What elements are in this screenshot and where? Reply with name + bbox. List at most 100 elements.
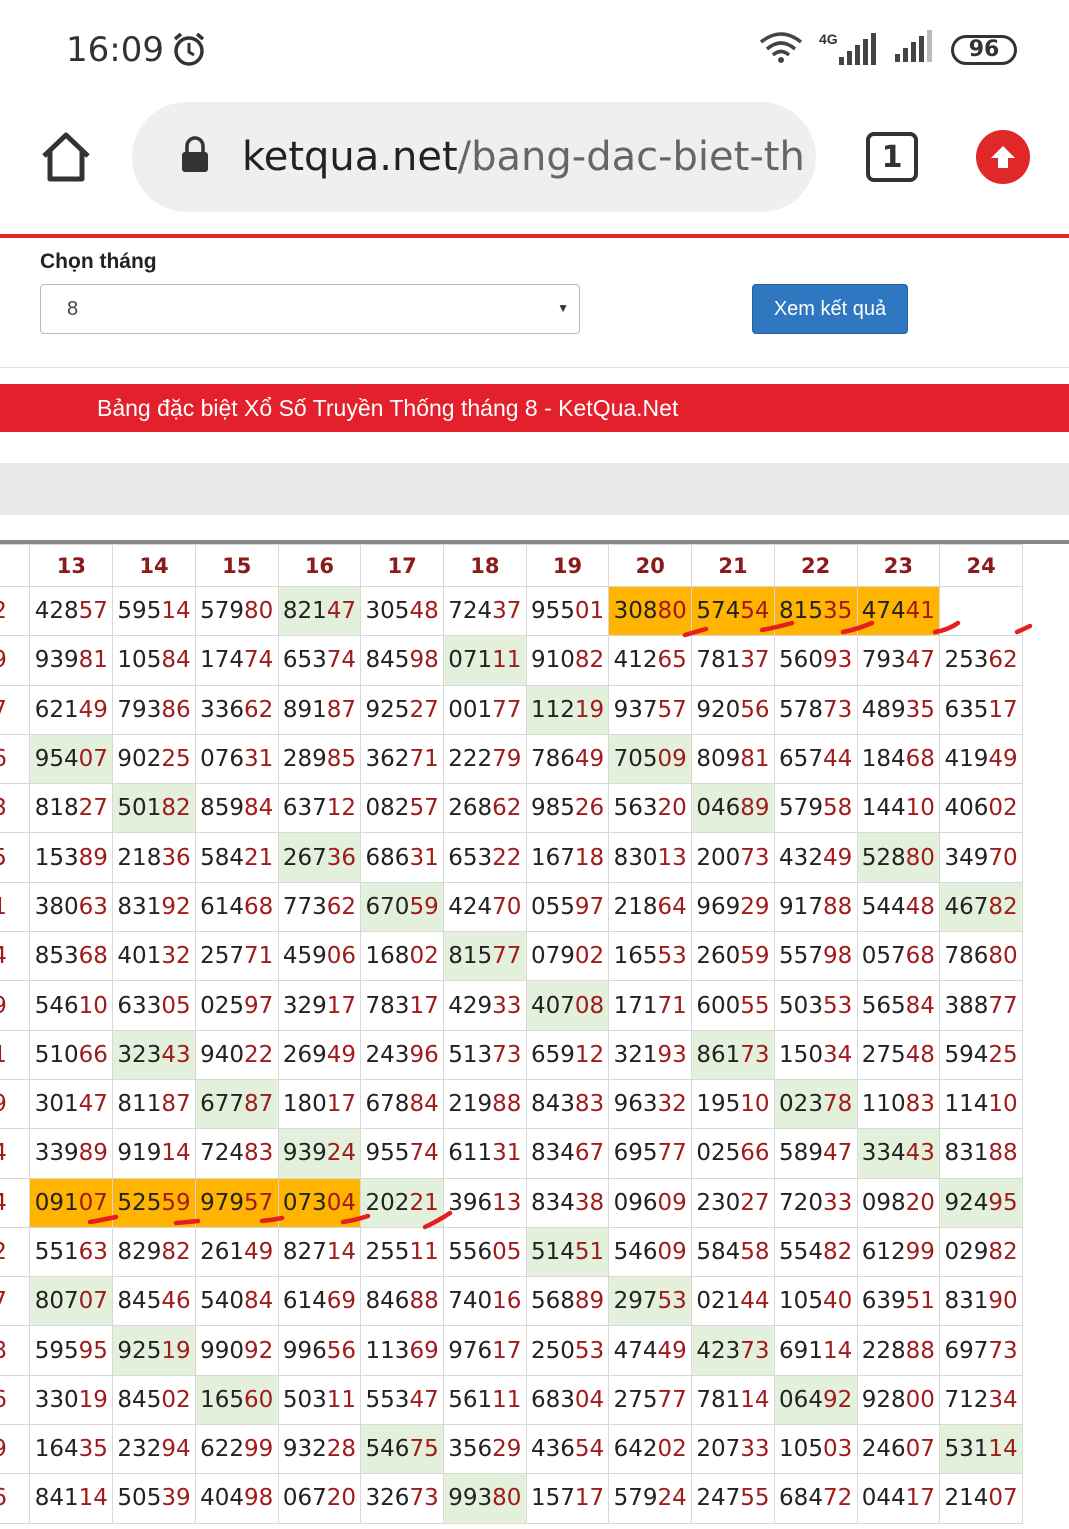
result-tail: 59	[740, 943, 770, 970]
result-head: 401	[117, 943, 162, 970]
tab-switcher-button[interactable]: 1	[866, 132, 918, 182]
result-tail: 83	[244, 1140, 274, 1167]
result-head: 861	[696, 1041, 741, 1068]
result-cell: 84598	[360, 635, 444, 686]
result-cell: 11410	[939, 1078, 1023, 1130]
result-tail: 63	[78, 1239, 108, 1265]
result-head: 114	[944, 1091, 989, 1118]
result-cell: 82147	[277, 585, 362, 637]
result-tail: 13	[657, 844, 687, 871]
result-tail: 80	[657, 598, 687, 625]
result-cell: 61468	[194, 881, 279, 933]
result-tail: 35	[905, 696, 935, 723]
result-cell: 61299	[856, 1226, 941, 1278]
address-bar[interactable]: ketqua.net/bang-dac-biet-th	[132, 102, 816, 212]
result-tail: 74	[244, 647, 274, 674]
day-header: 18	[442, 544, 527, 587]
result-tail: 97	[244, 992, 274, 1019]
result-head: 110	[861, 1091, 906, 1118]
result-tail: 77	[492, 943, 522, 970]
result-cell: 80707	[29, 1276, 114, 1327]
result-tail: 07	[905, 1436, 935, 1463]
result-tail: 83	[574, 1091, 605, 1118]
day-header: 21	[691, 544, 775, 587]
result-cell: 26736	[277, 832, 362, 883]
result-tail: 52	[0, 1239, 7, 1265]
result-tail: 63	[0, 795, 7, 821]
result-head: 568	[530, 1288, 575, 1315]
result-cell: 42470	[442, 881, 527, 933]
result-head: 809	[696, 746, 741, 773]
result-cell: 50311	[277, 1374, 362, 1426]
result-tail: 39	[161, 1485, 191, 1512]
result-head: 939	[282, 1140, 327, 1167]
result-head: 657	[779, 746, 823, 773]
result-head: 637	[282, 795, 327, 822]
result-cell: 95501	[525, 585, 610, 637]
result-cell: 16435	[29, 1424, 114, 1475]
result-tail: 99	[905, 1239, 935, 1265]
upload-arrow-icon[interactable]	[976, 130, 1030, 184]
result-tail: 11	[492, 647, 522, 674]
result-cell: 84114	[29, 1473, 114, 1524]
result-head: 589	[779, 1140, 823, 1167]
result-head: 705	[613, 746, 658, 773]
result-tail: 34	[988, 1386, 1018, 1413]
result-tail: 31	[409, 844, 439, 871]
result-tail: 14	[0, 1140, 7, 1166]
result-cell: 56584	[856, 980, 941, 1031]
result-tail: 70	[988, 844, 1018, 871]
result-tail: 87	[244, 1091, 274, 1118]
result-tail: 87	[161, 1091, 191, 1118]
result-head: 924	[944, 1189, 989, 1216]
result-cell: 20733	[691, 1424, 775, 1475]
result-cell: 33989	[29, 1128, 114, 1179]
result-cell: 33662	[194, 684, 279, 735]
result-cell: 36271	[360, 733, 444, 785]
result-cell: 91082	[525, 635, 610, 686]
url-text: ketqua.net/bang-dac-biet-th	[242, 134, 805, 180]
result-tail: 80	[988, 943, 1018, 970]
result-cell: 59595	[29, 1325, 114, 1376]
result-cell: 55605	[442, 1226, 527, 1278]
result-cell: 80981	[691, 733, 775, 785]
result-tail: 73	[988, 1337, 1018, 1364]
result-tail: 54	[574, 1436, 605, 1463]
home-icon[interactable]	[38, 130, 94, 189]
result-cell: 57980	[194, 585, 279, 637]
result-head: 432	[779, 844, 823, 871]
result-cell: 55347	[360, 1374, 444, 1426]
result-head: 815	[779, 598, 823, 625]
result-tail: 95	[78, 1337, 108, 1364]
month-select[interactable]: 8 ▼	[40, 284, 580, 334]
table-row: 7409107525599795707304202213961383438096…	[0, 1177, 1023, 1228]
result-head: 574	[696, 598, 741, 625]
result-tail: 14	[740, 1386, 770, 1413]
result-tail: 47	[905, 647, 935, 674]
result-cell: 14410	[856, 783, 941, 834]
result-head: 082	[365, 795, 410, 822]
result-tail: 98	[409, 647, 439, 674]
result-head: 046	[696, 795, 741, 822]
result-tail: 53	[657, 943, 687, 970]
result-tail: 19	[161, 1337, 191, 1364]
result-head: 330	[34, 1386, 79, 1413]
result-head: 686	[365, 844, 410, 871]
result-head: 565	[861, 992, 906, 1019]
result-tail: 41	[905, 598, 935, 625]
result-tail: 14	[161, 1140, 191, 1167]
result-cell: 65322	[442, 832, 527, 883]
result-tail: 17	[409, 992, 439, 1019]
alarm-icon	[170, 30, 208, 73]
result-tail: 65	[657, 647, 687, 674]
signal-icon	[893, 30, 937, 69]
view-results-button[interactable]: Xem kết quả	[752, 284, 908, 334]
battery-indicator: 96	[951, 34, 1017, 65]
result-tail: 40	[822, 1288, 853, 1315]
result-tail: 43	[905, 1140, 935, 1167]
result-cell: 50182	[112, 783, 196, 834]
result-head: 925	[365, 696, 410, 723]
day-header: 20	[608, 544, 693, 587]
result-cell: 34970	[939, 832, 1023, 883]
result-cell: 29	[0, 980, 31, 1031]
